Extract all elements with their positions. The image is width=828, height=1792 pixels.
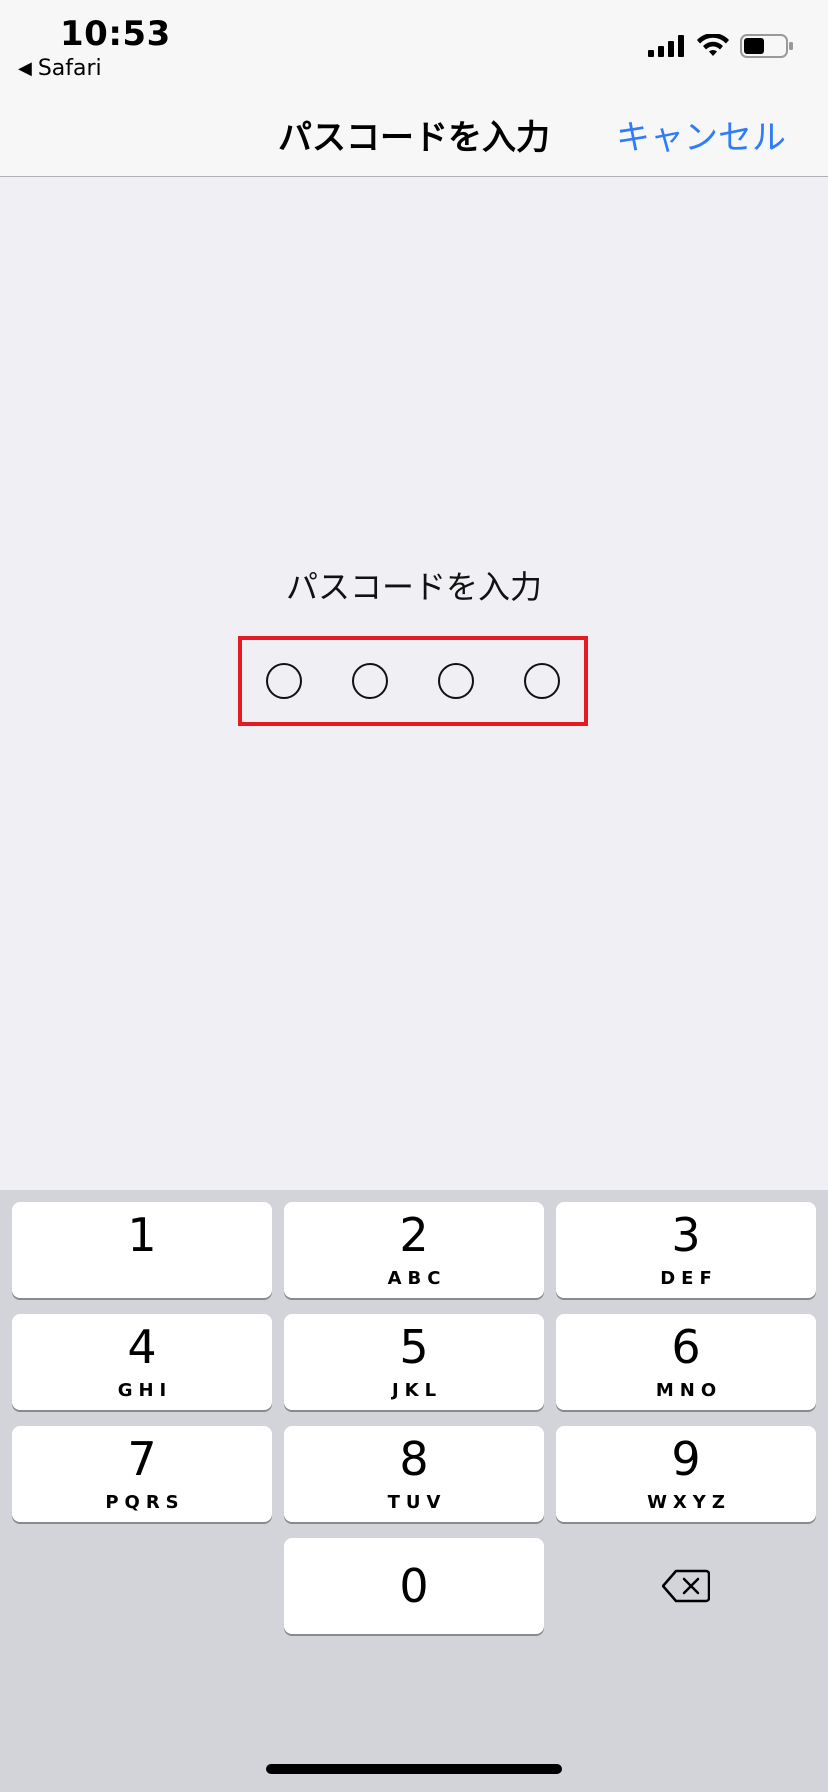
key-digit: 6: [671, 1319, 701, 1374]
key-letters: ABC: [387, 1267, 447, 1289]
status-icons: [648, 34, 794, 58]
status-bar: 10:53 ◀ Safari: [0, 0, 828, 88]
key-5[interactable]: 5 JKL: [284, 1314, 544, 1410]
backspace-icon: [662, 1569, 710, 1603]
key-0[interactable]: 0: [284, 1538, 544, 1634]
key-digit: 3: [671, 1207, 701, 1262]
wifi-icon: [697, 34, 729, 56]
key-digit: 1: [127, 1208, 157, 1262]
key-2[interactable]: 2 ABC: [284, 1202, 544, 1298]
passcode-dot: [266, 663, 302, 699]
battery-icon: [740, 34, 793, 58]
key-letters: TUV: [387, 1491, 447, 1513]
key-digit: 5: [399, 1319, 429, 1374]
passcode-dots-highlight: [238, 636, 588, 726]
passcode-dot: [438, 663, 474, 699]
delete-button[interactable]: [556, 1538, 816, 1634]
key-6[interactable]: 6 MNO: [556, 1314, 816, 1410]
key-3[interactable]: 3 DEF: [556, 1202, 816, 1298]
key-digit: 8: [399, 1431, 429, 1486]
key-letters: GHI: [117, 1379, 173, 1401]
key-9[interactable]: 9 WXYZ: [556, 1426, 816, 1522]
key-digit: 9: [671, 1431, 701, 1486]
key-digit: 0: [399, 1559, 429, 1613]
passcode-prompt: パスコードを入力: [285, 568, 542, 606]
signal-icon: [648, 35, 684, 57]
key-4[interactable]: 4 GHI: [12, 1314, 272, 1410]
back-triangle-icon: ◀: [18, 58, 32, 79]
cancel-button[interactable]: キャンセル: [616, 110, 786, 159]
back-app-label: Safari: [37, 56, 102, 81]
passcode-dot: [524, 663, 560, 699]
key-letters: WXYZ: [647, 1491, 731, 1513]
key-digit: 2: [399, 1207, 429, 1262]
key-7[interactable]: 7 PQRS: [12, 1426, 272, 1522]
home-indicator[interactable]: [266, 1764, 562, 1774]
key-1[interactable]: 1: [12, 1202, 272, 1298]
back-to-app-link[interactable]: ◀ Safari: [18, 56, 102, 81]
key-letters: MNO: [655, 1379, 723, 1401]
key-8[interactable]: 8 TUV: [284, 1426, 544, 1522]
key-digit: 4: [127, 1319, 157, 1374]
key-digit: 7: [127, 1431, 157, 1486]
key-letters: DEF: [660, 1267, 718, 1289]
status-time: 10:53: [60, 14, 171, 54]
nav-bar: パスコードを入力 キャンセル: [0, 88, 828, 177]
passcode-dot: [352, 663, 388, 699]
key-letters: JKL: [391, 1379, 443, 1401]
key-letters: PQRS: [105, 1491, 185, 1513]
